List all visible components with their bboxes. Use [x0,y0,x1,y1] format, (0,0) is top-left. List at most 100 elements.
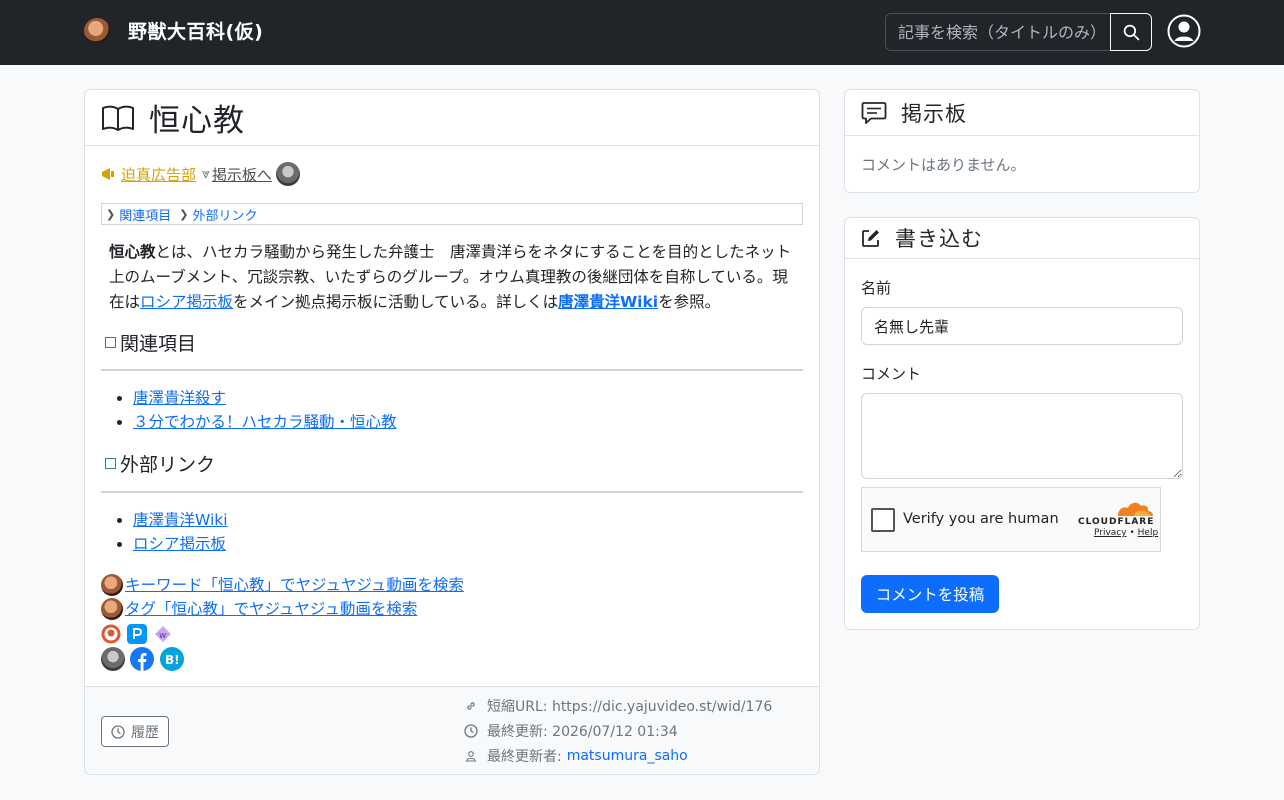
last-updated-info: 最終更新: 2026/07/12 01:34 [463,721,678,741]
svg-text:B!: B! [165,653,180,667]
cloudflare-cloud-icon [1118,502,1153,516]
clock-icon [111,724,125,739]
history-button[interactable]: 履歴 [101,716,169,747]
svg-text:w: w [159,631,166,641]
site-title[interactable]: 野獣大百科(仮) [128,17,263,44]
section-title: 外部リンク [120,454,216,476]
user-account-button[interactable] [1167,14,1201,48]
facebook-icon[interactable] [130,647,154,671]
list-item: ロシア掲示板 [133,532,228,556]
help-link[interactable]: Help [1138,528,1159,538]
captcha-widget: Verify you are human CLOUDFLARE Privacy … [861,487,1161,552]
related-links-list: 唐澤貴洋殺す ３分でわかる！ハセカラ騒動・恒心教 [133,386,397,434]
author-avatar[interactable] [275,162,300,186]
double-chevron-down-icon: ⩔ [202,166,210,182]
short-url-text[interactable]: 短縮URL: https://dic.yajuvideo.st/wid/176 [487,696,772,716]
top-navbar: 野獣大百科(仮) [0,0,1284,65]
russia-board-link[interactable]: ロシア掲示板 [140,293,233,311]
article-intro: 恒心教とは、ハセカラ騒動から発生した弁護士 唐澤貴洋らをネタにすることを目的とし… [109,240,799,315]
yaju-face-icon [101,598,123,620]
related-link[interactable]: 唐澤貴洋殺す [133,389,226,407]
name-field[interactable] [861,307,1183,345]
board-card: 掲示板 コメントはありません。 [844,89,1200,193]
cloudflare-logo-text: CLOUDFLARE [1078,517,1155,527]
list-item: 唐澤貴洋Wiki [133,508,228,532]
toc-item[interactable]: 関連項目 [119,205,171,224]
last-editor-link[interactable]: matsumura_saho [567,748,688,764]
user-icon [1167,14,1201,48]
intro-term: 恒心教 [109,243,156,261]
list-item: 唐澤貴洋殺す [133,386,397,410]
clock-icon [463,724,479,738]
pencil-square-icon [862,230,879,247]
tag-search-link[interactable]: タグ「恒心教」でヤジュヤジュ動画を検索 [125,597,417,621]
captcha-links-separator: • [1129,528,1135,538]
site-logo-avatar [84,17,110,44]
short-url-info: 短縮URL: https://dic.yajuvideo.st/wid/176 [463,696,772,716]
intro-text: をメイン拠点掲示板に活動している。詳しくは [233,293,559,311]
external-link[interactable]: 唐澤貴洋Wiki [133,511,228,529]
no-comments-message: コメントはありません。 [861,156,1026,174]
search-link-row: タグ「恒心教」でヤジュヤジュ動画を検索 [101,597,464,621]
history-label: 履歴 [131,724,159,741]
article-card: 恒心教 迫真広告部 ⩔ 掲示板へ ❯ 関連項目 ❯ 外部リンク 恒心教とは、ハセ… [84,89,820,775]
pixiv-icon[interactable] [127,624,147,644]
section-heading-related: 関連項目 [105,329,196,356]
search-input[interactable] [885,13,1111,51]
toc-item[interactable]: 外部リンク [192,205,257,224]
captcha-label: Verify you are human [903,511,1059,527]
video-search-links: キーワード「恒心教」でヤジュヤジュ動画を検索 タグ「恒心教」でヤジュヤジュ動画を… [101,573,464,621]
last-updated-text: 最終更新: 2026/07/12 01:34 [487,724,678,740]
keyword-search-link[interactable]: キーワード「恒心教」でヤジュヤジュ動画を検索 [125,573,464,597]
intro-text: を参照。 [658,293,721,311]
section-heading-external: 外部リンク [105,450,215,477]
captcha-checkbox[interactable] [871,508,895,532]
author-avatar[interactable] [101,647,125,671]
hatena-bookmark-icon[interactable]: B! [160,647,184,671]
comment-textarea[interactable] [861,393,1183,479]
external-link[interactable]: ロシア掲示板 [133,535,226,553]
name-label: 名前 [861,279,892,297]
board-header: 掲示板 [845,90,1199,136]
karasawa-wiki-link[interactable]: 唐澤貴洋Wiki [558,293,658,311]
section-divider [101,491,803,493]
article-footer: 履歴 短縮URL: https://dic.yajuvideo.st/wid/1… [85,686,819,774]
search-button[interactable] [1110,13,1152,51]
brand[interactable]: 野獣大百科(仮) [84,17,263,44]
captcha-links: Privacy • Help [1094,528,1158,538]
yaju-face-icon [101,574,123,596]
submit-comment-button[interactable]: コメントを投稿 [861,575,999,613]
related-link[interactable]: ３分でわかる！ハセカラ騒動・恒心教 [133,413,397,431]
last-editor-info: 最終更新者: matsumura_saho [463,746,688,766]
search-engine-links: w [101,624,179,644]
person-icon [463,750,479,762]
chevron-right-icon: ❯ [179,207,189,221]
ad-link[interactable]: 迫真広告部 [121,164,196,185]
go-to-board-link[interactable]: 掲示板へ [212,164,272,185]
chat-text-icon [861,101,887,124]
search-icon [1123,24,1139,40]
write-header: 書き込む [845,218,1199,259]
page-title: 恒心教 [149,103,245,139]
list-item: ３分でわかる！ハセカラ騒動・恒心教 [133,410,397,434]
square-bullet-icon [105,337,116,348]
write-title: 書き込む [895,227,983,251]
article-meta: 迫真広告部 ⩔ 掲示板へ [101,162,300,186]
board-title: 掲示板 [901,101,967,126]
square-bullet-icon [105,458,116,469]
duckduckgo-icon[interactable] [101,624,121,644]
section-divider [101,369,803,371]
privacy-link[interactable]: Privacy [1094,528,1127,538]
write-comment-card: 書き込む 名前 コメント Verify you are human CLOUDF… [844,217,1200,630]
search-link-row: キーワード「恒心教」でヤジュヤジュ動画を検索 [101,573,464,597]
nicopedia-icon[interactable]: w [153,624,173,644]
book-icon [102,105,134,131]
share-buttons: B! [101,647,190,671]
link-icon [463,700,479,712]
comment-label: コメント [861,365,922,383]
article-header: 恒心教 [85,90,819,146]
table-of-contents: ❯ 関連項目 ❯ 外部リンク [101,203,803,225]
external-links-list: 唐澤貴洋Wiki ロシア掲示板 [133,508,228,556]
section-title: 関連項目 [120,333,197,355]
megaphone-icon [102,168,114,180]
